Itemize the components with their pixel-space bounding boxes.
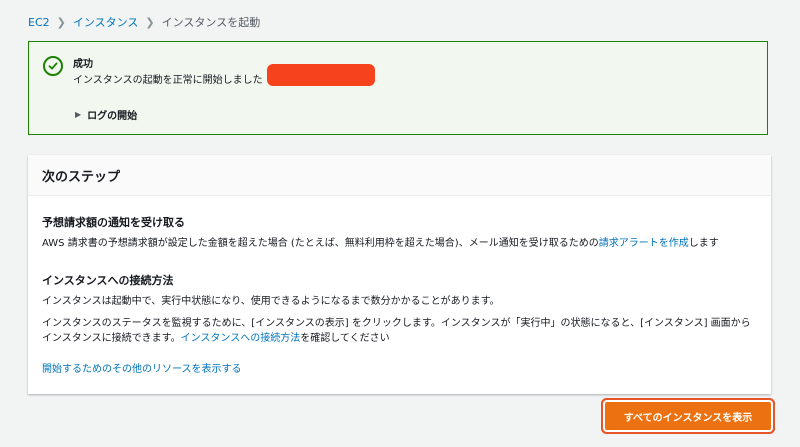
billing-text-before: AWS 請求書の予想請求額が設定した金額を超えた場合 (たとえば、無料利用枠を超…: [42, 238, 599, 249]
connect-p2-line2-before: インスタンスに接続できます。: [42, 333, 181, 344]
log-toggle-label: ログの開始: [87, 111, 138, 122]
how-to-connect-link[interactable]: インスタンスへの接続方法: [181, 333, 301, 344]
connect-paragraph-1: インスタンスは起動中で、実行中状態になり、使用できるようになるまで数分かかること…: [42, 296, 500, 307]
connect-p2-line2-after: を確認してください: [300, 333, 390, 344]
caret-right-icon: ▶: [75, 110, 82, 119]
success-message: インスタンスの起動を正常に開始しました: [73, 75, 263, 86]
view-all-instances-button[interactable]: すべてのインスタンスを表示: [605, 402, 771, 430]
billing-text-after: します: [688, 238, 719, 249]
create-billing-alert-link[interactable]: 請求アラートを作成: [599, 238, 689, 249]
breadcrumb-ec2-link[interactable]: EC2: [28, 16, 50, 29]
more-resources-link[interactable]: 開始するためのその他のリソースを表示する: [42, 362, 242, 377]
check-circle-icon: [43, 56, 63, 76]
billing-section-title: 予想請求額の通知を受け取る: [42, 216, 185, 229]
log-expand-toggle[interactable]: ▶ ログの開始: [75, 107, 137, 122]
connect-paragraph-2: インスタンスのステータスを監視するために、[インスタンスの表示] をクリックしま…: [42, 316, 751, 346]
breadcrumb: EC2 ❯ インスタンス ❯ インスタンスを起動: [28, 14, 260, 30]
next-steps-header: 次のステップ: [28, 155, 771, 196]
next-steps-panel: 次のステップ 予想請求額の通知を受け取る AWS 請求書の予想請求額が設定した金…: [28, 155, 771, 394]
chevron-right-icon: ❯: [56, 15, 66, 29]
breadcrumb-instances-link[interactable]: インスタンス: [73, 14, 139, 30]
redacted-instance-id: [267, 64, 375, 86]
chevron-right-icon: ❯: [145, 15, 155, 29]
breadcrumb-current: インスタンスを起動: [161, 16, 261, 29]
billing-section-text: AWS 請求書の予想請求額が設定した金額を超えた場合 (たとえば、無料利用枠を超…: [42, 236, 719, 251]
success-flash: 成功 インスタンスの起動を正常に開始しました ▶ ログの開始: [28, 41, 768, 135]
success-title: 成功: [73, 59, 93, 70]
connect-p2-line1: インスタンスのステータスを監視するために、[インスタンスの表示] をクリックしま…: [42, 318, 751, 329]
connect-section-title: インスタンスへの接続方法: [42, 274, 174, 287]
